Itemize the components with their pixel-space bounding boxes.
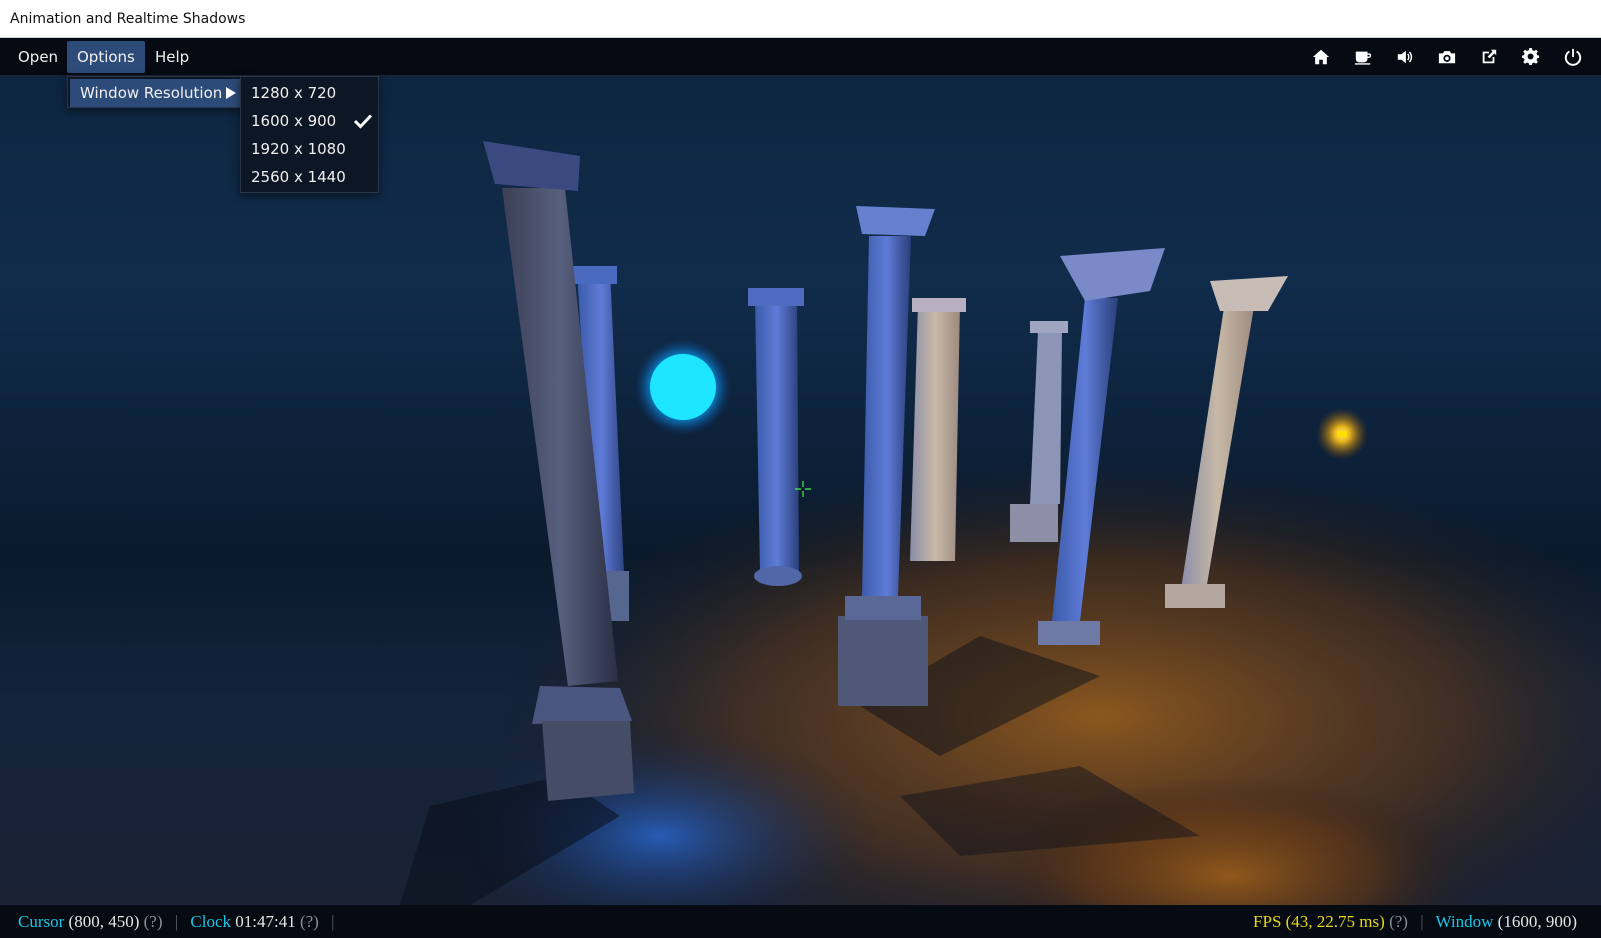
cursor-value: (800, 450): [68, 912, 140, 931]
resolution-option[interactable]: 1920 x 1080: [241, 135, 378, 163]
menu-item-window-resolution[interactable]: Window Resolution: [70, 79, 242, 107]
status-right: FPS (43, 22.75 ms) (?) | Window (1600, 9…: [1253, 905, 1577, 938]
window-title-bar: Animation and Realtime Shadows: [0, 0, 1601, 38]
home-icon[interactable]: [1308, 44, 1334, 70]
status-bar: Cursor (800, 450) (?) | Clock 01:47:41 (…: [0, 905, 1601, 938]
resolution-label: 1600 x 900: [251, 112, 337, 130]
fps-readout: FPS (43, 22.75 ms): [1253, 912, 1385, 931]
clock-value: 01:47:41: [235, 912, 296, 931]
menu-open[interactable]: Open: [8, 41, 68, 73]
cursor-label: Cursor: [18, 912, 65, 931]
status-left: Cursor (800, 450) (?) | Clock 01:47:41 (…: [18, 905, 342, 938]
render-viewport[interactable]: [0, 76, 1601, 905]
cursor-help[interactable]: (?): [144, 912, 163, 931]
power-icon[interactable]: [1560, 44, 1586, 70]
resolution-option[interactable]: 2560 x 1440: [241, 163, 378, 191]
submenu-arrow-icon: [226, 87, 236, 99]
clock-label: Clock: [190, 912, 231, 931]
coffee-icon[interactable]: [1350, 44, 1376, 70]
crosshair-icon: [795, 481, 811, 497]
window-value: (1600, 900): [1497, 912, 1577, 931]
resolution-option[interactable]: 1600 x 900: [241, 107, 378, 135]
menu-item-label: Window Resolution: [80, 84, 223, 102]
status-separator: |: [1420, 912, 1424, 931]
resolution-option[interactable]: 1280 x 720: [241, 79, 378, 107]
menu-help[interactable]: Help: [145, 41, 199, 73]
status-separator: |: [174, 912, 179, 931]
status-separator: |: [331, 912, 335, 931]
fps-help[interactable]: (?): [1389, 912, 1408, 931]
camera-icon[interactable]: [1434, 44, 1460, 70]
window-label: Window: [1435, 912, 1494, 931]
resolution-label: 1280 x 720: [251, 84, 337, 102]
volume-icon[interactable]: [1392, 44, 1418, 70]
menu-bar: Open Options Help: [0, 38, 1601, 76]
external-link-icon[interactable]: [1476, 44, 1502, 70]
clock-help[interactable]: (?): [300, 912, 319, 931]
menu-options[interactable]: Options: [67, 41, 145, 73]
resolution-submenu: 1280 x 720 1600 x 900 1920 x 1080 2560 x…: [240, 76, 379, 193]
options-dropdown: Window Resolution: [67, 76, 245, 108]
gear-icon[interactable]: [1518, 44, 1544, 70]
resolution-label: 2560 x 1440: [251, 168, 346, 186]
window-title: Animation and Realtime Shadows: [10, 11, 246, 27]
resolution-label: 1920 x 1080: [251, 140, 346, 158]
checkmark-icon: [354, 114, 372, 129]
